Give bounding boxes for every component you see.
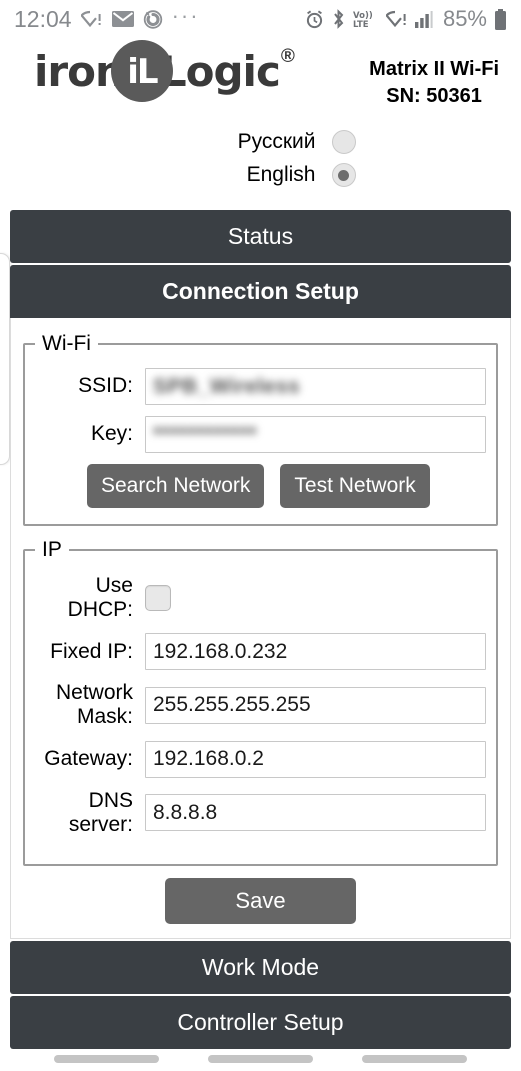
radio-selected-dot	[338, 169, 349, 181]
ssid-label: SSID:	[78, 374, 133, 398]
key-row: Key: ************	[35, 416, 486, 453]
device-model-label: Matrix II Wi-Fi	[369, 58, 499, 80]
ssid-input[interactable]: SPB_Wireless	[145, 368, 486, 405]
battery-icon	[494, 8, 507, 30]
section-stack: Status Connection Setup Wi-Fi SSID: SPB_…	[0, 210, 521, 1049]
save-button[interactable]: Save	[165, 877, 356, 924]
dns-server-input[interactable]: 8.8.8.8	[145, 794, 486, 832]
key-label: Key:	[90, 422, 133, 446]
device-serial-label: SN: 50361	[386, 85, 482, 107]
bluetooth-icon	[331, 9, 346, 29]
wifi-alert-icon	[385, 10, 408, 28]
device-info: Matrix II Wi-Fi SN: 50361	[369, 42, 511, 110]
clock-label: 12:04	[14, 5, 72, 32]
dhcp-row: Use DHCP:	[35, 574, 486, 622]
volte-icon: Vo)) LTE	[353, 9, 379, 29]
network-mask-label: Network Mask:	[55, 681, 133, 729]
section-header-work-mode[interactable]: Work Mode	[10, 940, 511, 994]
battery-percent-label: 85%	[442, 6, 487, 31]
android-navigation-bar	[0, 1047, 521, 1071]
wifi-alert-icon	[80, 10, 103, 28]
test-network-button[interactable]: Test Network	[280, 464, 430, 508]
section-header-controller-setup[interactable]: Controller Setup	[10, 995, 511, 1049]
dns-server-row: DNS server: 8.8.8.8	[35, 789, 486, 837]
save-row: Save	[23, 877, 498, 924]
wifi-button-row: Search Network Test Network	[35, 464, 486, 508]
language-label-english: English	[246, 163, 316, 186]
ip-legend: IP	[42, 538, 62, 561]
registered-trademark-icon: ®	[280, 46, 295, 67]
connection-setup-panel: Wi-Fi SSID: SPB_Wireless Key: **********…	[10, 318, 511, 939]
dhcp-checkbox[interactable]	[145, 585, 171, 612]
language-option-russian[interactable]: Русский	[0, 130, 521, 154]
search-network-button[interactable]: Search Network	[87, 464, 265, 508]
alarm-icon	[305, 10, 324, 29]
network-mask-row: Network Mask: 255.255.255.255	[35, 681, 486, 729]
ssid-value: SPB_Wireless	[153, 374, 301, 398]
logo-badge-text: iL	[127, 52, 158, 92]
svg-text:LTE: LTE	[353, 20, 369, 29]
signal-bars-icon	[414, 10, 435, 28]
gateway-row: Gateway: 192.168.0.2	[35, 740, 486, 778]
mail-icon	[111, 11, 134, 27]
status-bar-right: Vo)) LTE 85%	[305, 6, 507, 32]
dns-server-label: DNS server:	[68, 788, 133, 836]
nav-back-button[interactable]	[361, 1055, 467, 1063]
section-header-status[interactable]: Status	[10, 210, 511, 263]
brand-header: iron iL Logic ® Matrix II Wi-Fi SN: 5036…	[0, 38, 521, 108]
nav-recents-button[interactable]	[54, 1055, 160, 1063]
logo-text-right: Logic	[159, 46, 281, 96]
wifi-legend: Wi-Fi	[42, 332, 91, 355]
app-root: 12:04 ··· Vo)) LTE 85% iron iL Logic ® M…	[0, 0, 521, 1071]
dhcp-label: Use DHCP:	[67, 574, 133, 622]
more-dots-icon: ···	[171, 2, 200, 28]
language-option-english[interactable]: English	[0, 163, 521, 187]
status-bar-left: 12:04 ···	[14, 3, 200, 36]
gateway-label: Gateway:	[44, 746, 133, 770]
key-input[interactable]: ************	[145, 416, 486, 453]
radio-english[interactable]	[331, 163, 356, 187]
logo-badge-icon: iL	[110, 40, 173, 102]
fixed-ip-input[interactable]: 192.168.0.232	[145, 633, 486, 671]
fixed-ip-row: Fixed IP: 192.168.0.232	[35, 633, 486, 671]
language-selector: Русский English	[0, 108, 521, 210]
nav-home-button[interactable]	[207, 1055, 313, 1063]
gateway-input[interactable]: 192.168.0.2	[145, 740, 486, 778]
fixed-ip-label: Fixed IP:	[50, 639, 133, 663]
ssid-row: SSID: SPB_Wireless	[35, 368, 486, 405]
alarm-circle-icon	[143, 9, 163, 29]
android-status-bar: 12:04 ··· Vo)) LTE 85%	[0, 0, 521, 38]
key-value: ************	[153, 422, 258, 446]
wifi-fieldset: Wi-Fi SSID: SPB_Wireless Key: **********…	[23, 332, 498, 526]
language-label-russian: Русский	[237, 130, 316, 153]
radio-russian[interactable]	[331, 130, 356, 154]
network-mask-input[interactable]: 255.255.255.255	[145, 686, 486, 724]
ironlogic-logo: iron iL Logic ®	[34, 40, 295, 102]
ip-fieldset: IP Use DHCP: Fixed IP: 192.168.0.232 Net…	[23, 538, 498, 866]
section-header-connection-setup[interactable]: Connection Setup	[10, 265, 511, 318]
